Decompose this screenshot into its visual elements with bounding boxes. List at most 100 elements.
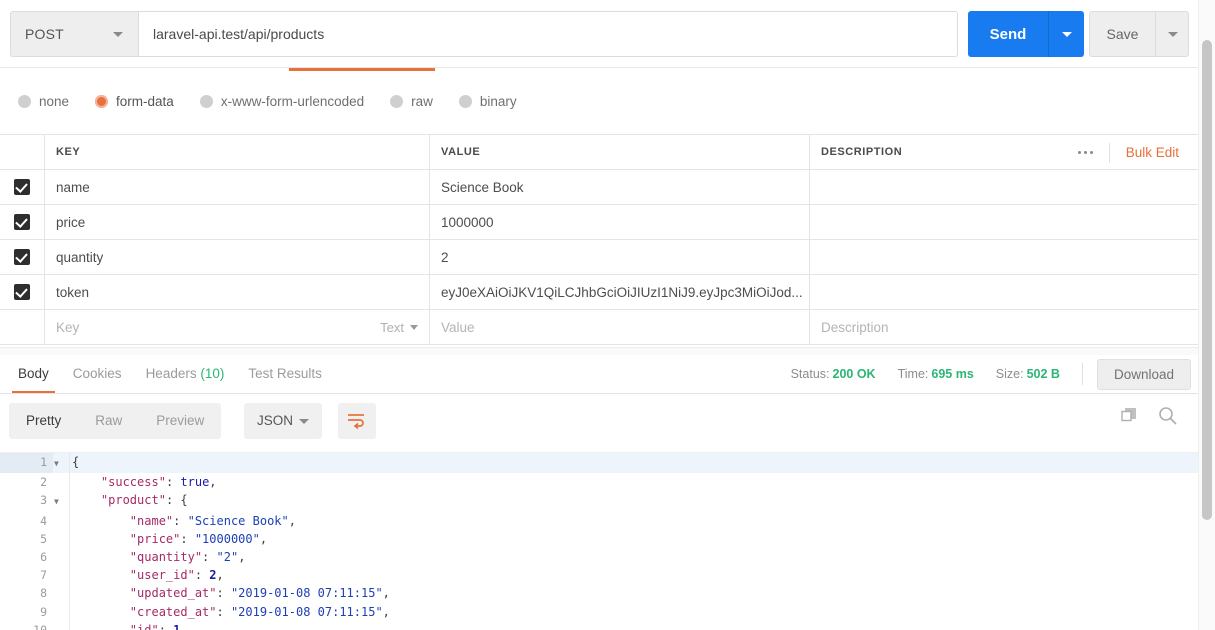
row-key-cell[interactable]: quantity [45,240,430,274]
code-token: "name" [129,513,174,528]
fold-spacer [53,512,70,530]
tab-cookies[interactable]: Cookies [61,355,134,393]
code-token: : [180,531,195,546]
code-line: 4 "name": "Science Book", [0,511,1199,530]
row-checkbox-cell [0,275,45,309]
time-value: 695 ms [931,367,974,381]
save-button[interactable]: Save [1089,11,1155,57]
download-button[interactable]: Download [1096,358,1191,390]
code-token: : { [165,493,188,508]
code-line: 10 "id": 1 [0,620,1199,630]
row-description-cell[interactable] [810,240,1199,274]
fold-toggle-icon[interactable]: ▼ [53,491,70,511]
code-token: "user_id" [129,568,195,583]
response-format-dropdown[interactable]: JSON [244,403,322,439]
body-type-form-data[interactable]: form-data [95,94,174,109]
line-number: 2 [0,473,53,492]
tab-headers-label: Headers [145,366,197,381]
row-checkbox[interactable] [14,214,30,230]
code-line-content: "success": true, [69,473,1199,492]
send-options-button[interactable] [1048,11,1084,57]
row-value-cell[interactable]: Science Book [430,170,810,204]
code-token: "price" [129,531,181,546]
status-label: Status: [790,367,830,381]
row-value-cell[interactable]: 2 [430,240,810,274]
fold-spacer [53,566,70,584]
row-checkbox[interactable] [14,179,30,195]
line-number: 8 [0,584,53,603]
code-line: 7 "user_id": 2, [0,566,1199,585]
more-options-icon[interactable] [1063,142,1110,163]
line-number: 6 [0,548,53,567]
bulk-edit-button[interactable]: Bulk Edit [1110,145,1199,160]
request-url-input[interactable] [138,11,958,57]
response-actions [1101,406,1177,430]
table-row: quantity 2 [0,240,1199,275]
view-mode-raw[interactable]: Raw [78,403,139,439]
body-type-label: none [39,94,70,109]
row-description-cell[interactable] [810,170,1199,204]
response-view-toolbar: Pretty Raw Preview JSON [0,394,1199,452]
row-key-cell[interactable]: price [45,205,430,239]
empty-row-description-cell[interactable]: Description [810,310,1199,344]
key-column-header: KEY [56,146,81,158]
search-icon[interactable] [1158,406,1177,430]
active-tab-indicator [289,68,435,71]
tab-test-results[interactable]: Test Results [236,355,334,393]
row-checkbox[interactable] [14,249,30,265]
copy-icon[interactable] [1121,407,1138,429]
code-line: 5 "price": "1000000", [0,529,1199,549]
row-key-cell[interactable]: token [45,275,430,309]
code-token: "updated_at" [129,586,217,601]
send-button-group: Send [968,11,1084,57]
row-checkbox-cell [0,170,45,204]
row-value-cell[interactable]: 1000000 [430,205,810,239]
empty-row-checkbox-cell [0,310,45,344]
response-code-lines: 1 ▼{2 "success": true, 3 ▼ "product": {4 "n… [0,453,1199,630]
row-checkbox[interactable] [14,284,30,300]
row-description-cell[interactable] [810,205,1199,239]
wrap-lines-button[interactable] [338,403,376,439]
send-button[interactable]: Send [968,11,1048,57]
empty-row-key-cell[interactable]: Key Text [45,310,430,344]
code-line-content: "price": "1000000", [69,529,1199,549]
vertical-scrollbar[interactable] [1198,0,1215,630]
row-description-cell[interactable] [810,275,1199,309]
fold-toggle-icon[interactable]: ▼ [53,453,70,473]
row-key-cell[interactable]: name [45,170,430,204]
code-token: "Science Book" [187,513,289,528]
size-label: Size: [995,367,1024,381]
code-token: "1000000" [194,531,260,546]
tab-body[interactable]: Body [6,355,61,393]
value-type-dropdown[interactable]: Text [380,310,418,345]
http-method-dropdown[interactable]: POST [10,11,138,57]
view-mode-preview[interactable]: Preview [139,403,221,439]
response-body-viewer[interactable]: 1 ▼{2 "success": true, 3 ▼ "product": {4 "n… [0,452,1199,630]
chevron-down-icon [1168,32,1178,37]
body-type-binary[interactable]: binary [458,94,517,109]
chevron-down-icon [299,419,309,424]
body-type-label: binary [479,94,517,109]
table-tools: Bulk Edit [1063,135,1199,170]
table-empty-row: Key Text Value Description [0,310,1199,345]
save-options-button[interactable] [1155,11,1189,57]
empty-row-value-cell[interactable]: Value [430,310,810,344]
row-value-cell[interactable]: eyJ0eXAiOiJKV1QiLCJhbGciOiJIUzI1NiJ9.eyJ… [430,275,810,309]
tab-headers[interactable]: Headers (10) [134,355,237,393]
body-type-raw[interactable]: raw [390,94,433,109]
view-mode-pretty[interactable]: Pretty [9,403,78,439]
radio-icon [18,95,31,108]
vertical-scrollbar-thumb[interactable] [1202,40,1212,520]
size-value: 502 B [1026,367,1060,381]
body-type-urlencoded[interactable]: x-www-form-urlencoded [199,94,364,109]
code-token: true [180,475,210,490]
code-token: , [382,604,390,619]
body-type-none[interactable]: none [18,94,69,109]
code-line-content: "product": { [69,491,1199,512]
